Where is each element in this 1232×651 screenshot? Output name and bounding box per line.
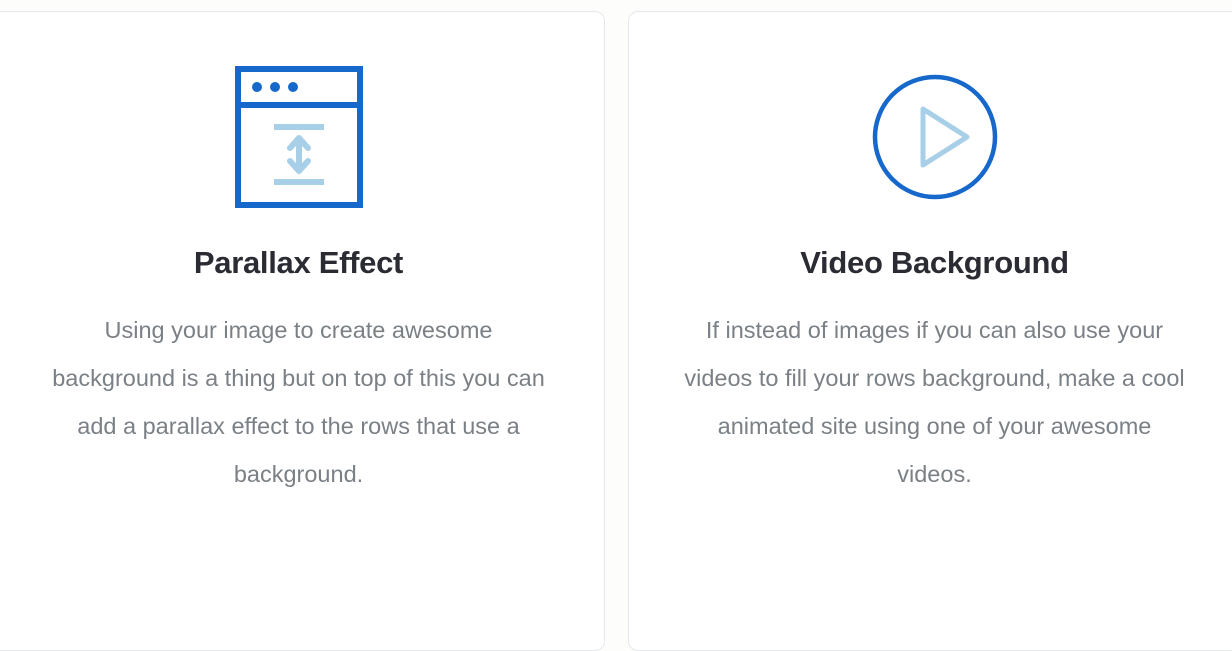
feature-cards-board: Parallax Effect Using your image to crea… xyxy=(0,0,1232,651)
feature-card-video-background[interactable]: Video Background If instead of images if… xyxy=(628,11,1232,651)
card-title: Video Background xyxy=(800,245,1069,280)
browser-window-parallax-icon xyxy=(234,64,363,209)
card-description: Using your image to create awesome backg… xyxy=(52,317,545,488)
card-description: If instead of images if you can also use… xyxy=(684,317,1185,488)
play-circle-icon xyxy=(871,64,999,209)
card-title: Parallax Effect xyxy=(193,245,404,280)
feature-card-parallax-effect[interactable]: Parallax Effect Using your image to crea… xyxy=(0,11,605,651)
